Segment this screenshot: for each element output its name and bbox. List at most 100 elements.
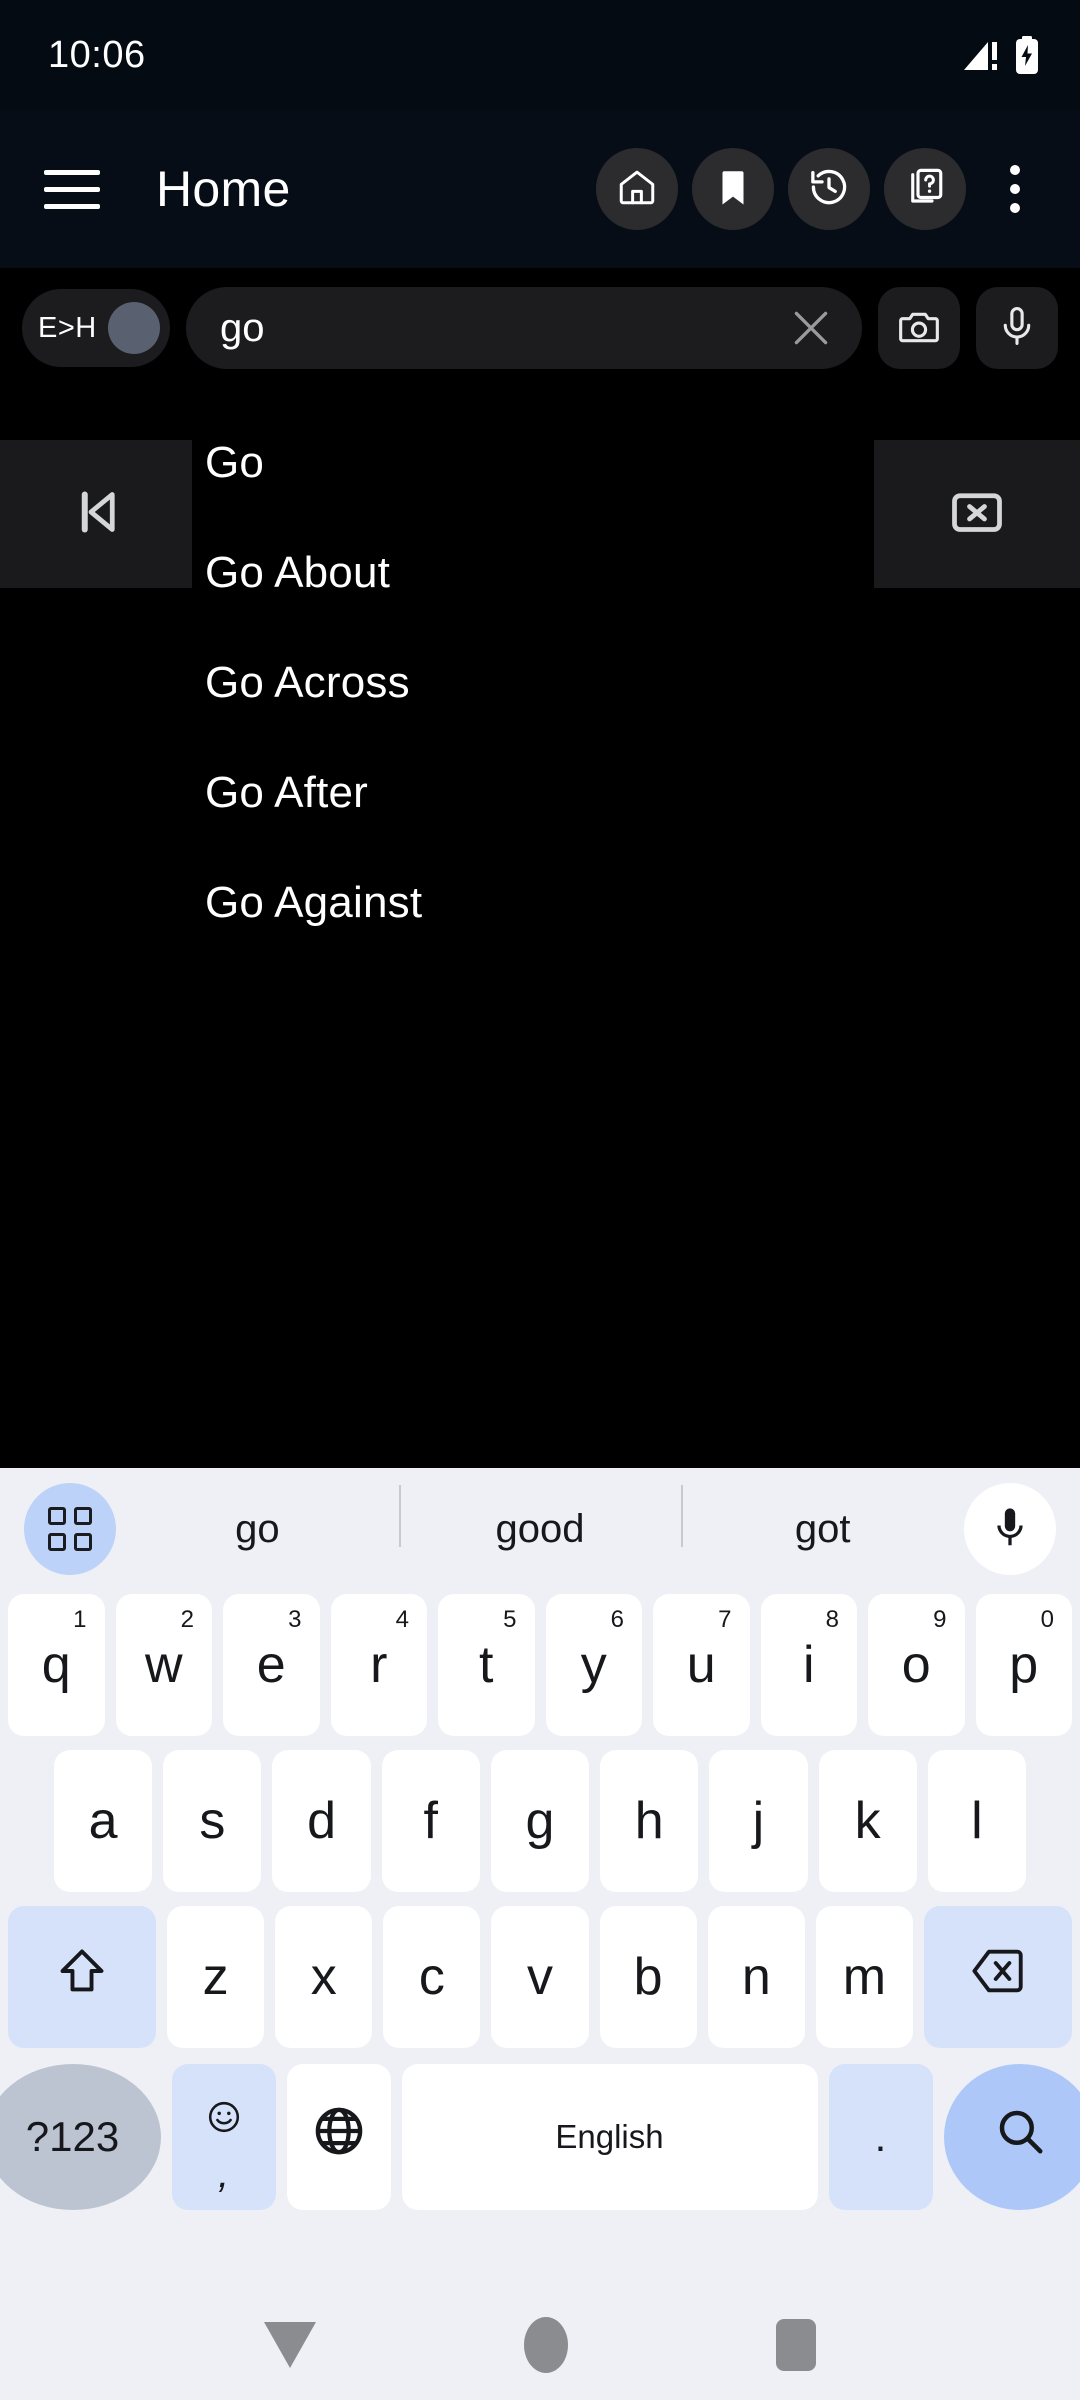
battery-charging-icon [1014, 36, 1040, 74]
shift-arrow-icon [56, 1945, 108, 2010]
backspace-icon [970, 1946, 1026, 2009]
camera-icon [897, 304, 941, 353]
key-c[interactable]: c [383, 1906, 481, 2048]
key-sup: 8 [825, 1606, 839, 1633]
key-label: y [580, 1636, 607, 1694]
shift-key[interactable] [8, 1906, 156, 2048]
key-label: e [256, 1636, 286, 1694]
search-magnifier-icon [993, 2104, 1047, 2171]
key-j[interactable]: j [709, 1750, 808, 1892]
key-sup: 0 [1040, 1606, 1054, 1633]
language-direction-label: E>H [38, 311, 97, 344]
home-circle-icon[interactable] [524, 2317, 568, 2373]
key-l[interactable]: l [927, 1750, 1026, 1892]
search-input[interactable]: go [186, 287, 862, 369]
suggestion-list: Go Go About Go Across Go After Go Agains… [0, 408, 1080, 958]
key-label: i [802, 1636, 815, 1694]
home-button[interactable] [596, 148, 678, 230]
key-d[interactable]: d [272, 1750, 371, 1892]
microphone-icon [995, 304, 1039, 353]
page-title: Home [156, 161, 291, 217]
key-n[interactable]: n [707, 1906, 805, 2048]
key-p[interactable]: 0 p [975, 1594, 1072, 1736]
language-direction-toggle[interactable]: E>H [22, 289, 170, 367]
key-y[interactable]: 6 y [545, 1594, 642, 1736]
key-label: w [144, 1636, 183, 1694]
key-m[interactable]: m [815, 1906, 913, 2048]
key-z[interactable]: z [167, 1906, 265, 2048]
key-w[interactable]: 2 w [115, 1594, 212, 1736]
key-sup: 3 [288, 1606, 302, 1633]
key-sup: 2 [180, 1606, 194, 1633]
history-clock-icon [807, 165, 851, 214]
apps-grid-icon [48, 1507, 92, 1551]
key-v[interactable]: v [491, 1906, 589, 2048]
close-x-icon[interactable] [786, 303, 836, 353]
key-e[interactable]: 3 e [223, 1594, 320, 1736]
system-navigation-bar [0, 2290, 1080, 2400]
key-u[interactable]: 7 u [653, 1594, 750, 1736]
list-item[interactable]: Go Against [205, 848, 1080, 958]
bookmark-icon [712, 166, 754, 213]
key-sup: 7 [718, 1606, 732, 1633]
status-clock: 10:06 [48, 33, 146, 76]
quiz-button[interactable] [884, 148, 966, 230]
suggestion-word[interactable]: go [116, 1507, 399, 1552]
language-switch-key[interactable] [286, 2064, 391, 2210]
microphone-icon [987, 1504, 1033, 1555]
key-t[interactable]: 5 t [438, 1594, 535, 1736]
key-o[interactable]: 9 o [868, 1594, 965, 1736]
suggestion-word[interactable]: got [681, 1484, 964, 1552]
home-icon [616, 166, 658, 213]
phone-screen: 10:06 Home E>H go Go Go About Go Across … [0, 0, 1080, 2400]
list-item[interactable]: Go After [205, 738, 1080, 848]
hamburger-menu-icon[interactable] [36, 153, 108, 225]
key-f[interactable]: f [381, 1750, 480, 1892]
key-g[interactable]: g [490, 1750, 590, 1892]
back-triangle-icon[interactable] [264, 2322, 316, 2368]
key-sup: 4 [395, 1606, 409, 1633]
voice-search-button[interactable] [976, 287, 1058, 369]
search-enter-key[interactable] [943, 2064, 1080, 2210]
key-r[interactable]: 4 r [330, 1594, 427, 1736]
apps-grid-button[interactable] [24, 1483, 116, 1575]
key-sup: 9 [933, 1606, 947, 1633]
list-item[interactable]: Go [205, 408, 1080, 518]
key-sup: 6 [610, 1606, 624, 1633]
suggestion-words: go good got [116, 1484, 964, 1552]
comma-label: , [217, 2152, 230, 2196]
key-i[interactable]: 8 i [760, 1594, 857, 1736]
search-bar: E>H go [0, 268, 1080, 388]
key-sup: 1 [73, 1606, 87, 1633]
search-input-value: go [220, 305, 265, 350]
key-q[interactable]: 1 q [8, 1594, 105, 1736]
key-x[interactable]: x [275, 1906, 373, 2048]
key-a[interactable]: a [54, 1750, 153, 1892]
period-key[interactable]: . [828, 2064, 933, 2210]
list-item[interactable]: Go About [205, 518, 1080, 628]
status-bar: 10:06 [0, 0, 1080, 110]
signal-no-sim-icon [962, 38, 1000, 72]
suggestion-word[interactable]: good [398, 1484, 682, 1552]
camera-search-button[interactable] [878, 287, 960, 369]
three-dots-vertical-icon[interactable] [980, 148, 1050, 230]
key-b[interactable]: b [599, 1906, 697, 2048]
backspace-key[interactable] [923, 1906, 1072, 2048]
emoji-smiley-icon [206, 2088, 242, 2148]
space-key[interactable]: English [401, 2064, 818, 2210]
key-k[interactable]: k [818, 1750, 917, 1892]
key-label: u [686, 1636, 716, 1694]
key-s[interactable]: s [163, 1750, 262, 1892]
app-bar: Home [0, 110, 1080, 268]
symbols-key[interactable]: ?123 [0, 2064, 161, 2210]
keyboard-row-1: 1 q 2 w 3 e 4 r 5 t 6 y 7 u 8 i 9 o 0 p [0, 1594, 1080, 1736]
recents-square-icon[interactable] [776, 2319, 816, 2371]
keyboard-suggestion-strip: go good got [0, 1468, 1080, 1590]
key-h[interactable]: h [600, 1750, 699, 1892]
history-button[interactable] [788, 148, 870, 230]
keyboard-voice-button[interactable] [964, 1483, 1056, 1575]
on-screen-keyboard: go good got 1 q 2 w 3 e 4 r 5 t 6 y 7 u … [0, 1468, 1080, 2400]
bookmarks-button[interactable] [692, 148, 774, 230]
list-item[interactable]: Go Across [205, 628, 1080, 738]
emoji-comma-key[interactable]: , [171, 2064, 276, 2210]
